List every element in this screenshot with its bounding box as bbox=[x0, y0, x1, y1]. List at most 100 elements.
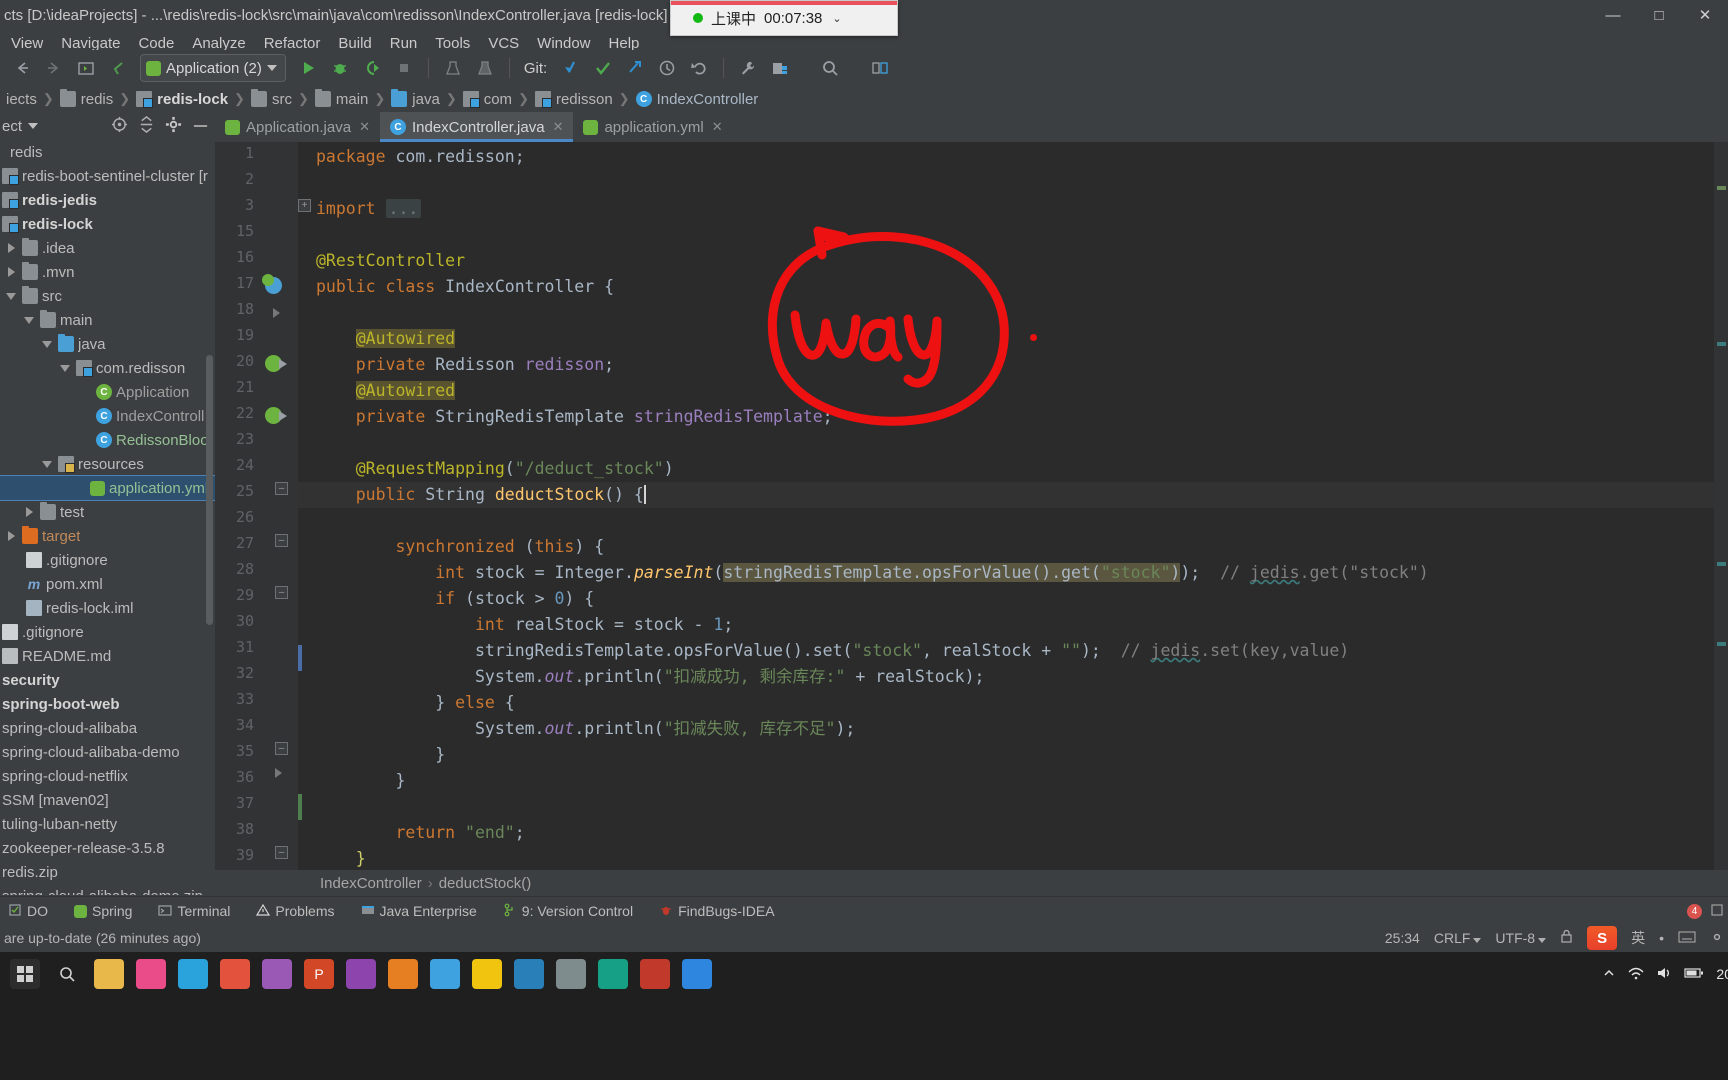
breadcrumb-method[interactable]: deductStock() bbox=[439, 875, 532, 892]
run-with-coverage-button[interactable] bbox=[358, 54, 386, 82]
tree-row-com-redisson[interactable]: com.redisson bbox=[0, 356, 215, 380]
tree-row-test[interactable]: test bbox=[0, 500, 215, 524]
breadcrumb-item-java[interactable]: java bbox=[385, 89, 446, 108]
tree-row-spring-cloud-alibaba-demo-zip[interactable]: spring-cloud-alibaba-demo.zip bbox=[0, 884, 215, 896]
twisty-right-icon[interactable] bbox=[7, 531, 15, 541]
tree-row-ssm[interactable]: SSM [maven02] bbox=[0, 788, 215, 812]
tool-window-java-enterprise[interactable]: Java Enterprise bbox=[357, 901, 481, 922]
firefox-icon[interactable] bbox=[388, 959, 418, 989]
tree-row-spring-cloud-alibaba-demo[interactable]: spring-cloud-alibaba-demo bbox=[0, 740, 215, 764]
collapse-all-icon[interactable] bbox=[138, 115, 155, 137]
tree-row-gitignore-root[interactable]: .gitignore bbox=[0, 620, 215, 644]
tree-row-gitignore-inner[interactable]: .gitignore bbox=[0, 548, 215, 572]
push-icon[interactable] bbox=[621, 54, 649, 82]
powerpoint-icon[interactable]: P bbox=[304, 959, 334, 989]
bean-gutter-icon[interactable] bbox=[265, 407, 287, 425]
profiler-icon[interactable] bbox=[439, 54, 467, 82]
volume-icon[interactable] bbox=[1656, 966, 1672, 983]
tree-row-redis[interactable]: redis bbox=[0, 140, 215, 164]
twisty-right-icon[interactable] bbox=[7, 267, 15, 277]
lock-icon[interactable] bbox=[1560, 929, 1573, 947]
tool-window-todo[interactable]: DO bbox=[4, 901, 52, 922]
chevron-up-icon[interactable] bbox=[1602, 966, 1616, 983]
chrome-icon[interactable] bbox=[220, 959, 250, 989]
bean-gutter-icon[interactable] bbox=[265, 355, 287, 373]
tree-row-main[interactable]: main bbox=[0, 308, 215, 332]
caret-position[interactable]: 25:34 bbox=[1385, 930, 1420, 946]
ime-brand-icon[interactable]: S bbox=[1587, 926, 1618, 950]
forward-button[interactable] bbox=[40, 54, 68, 82]
tree-row-redis-zip[interactable]: redis.zip bbox=[0, 860, 215, 884]
tree-row-redis-lock[interactable]: redis-lock bbox=[0, 212, 215, 236]
wechat-icon[interactable] bbox=[430, 959, 460, 989]
pycharm-icon[interactable] bbox=[178, 959, 208, 989]
tool-window-findbugs[interactable]: FindBugs-IDEA bbox=[655, 901, 778, 922]
tree-row-redis-lock-iml[interactable]: redis-lock.iml bbox=[0, 596, 215, 620]
maximize-button[interactable]: □ bbox=[1636, 0, 1682, 30]
stop-button[interactable] bbox=[390, 54, 418, 82]
fold-region-tri-icon[interactable] bbox=[275, 768, 293, 786]
tree-row-spring-cloud-alibaba[interactable]: spring-cloud-alibaba bbox=[0, 716, 215, 740]
tree-row-tuling-luban-netty[interactable]: tuling-luban-netty bbox=[0, 812, 215, 836]
chevron-down-icon[interactable] bbox=[28, 123, 39, 129]
tab-indexcontroller-java[interactable]: C IndexController.java ✕ bbox=[379, 112, 574, 142]
notes-icon[interactable] bbox=[556, 959, 586, 989]
tree-row-readme[interactable]: README.md bbox=[0, 644, 215, 668]
fold-method-end-icon[interactable]: – bbox=[275, 846, 293, 864]
ime-settings-icon[interactable] bbox=[1710, 930, 1724, 947]
back-button[interactable] bbox=[8, 54, 36, 82]
tool-window-version-control[interactable]: 9: Version Control bbox=[499, 901, 637, 922]
stack-icon[interactable] bbox=[514, 959, 544, 989]
fold-block-icon[interactable]: – bbox=[275, 586, 293, 604]
pen-icon[interactable] bbox=[640, 959, 670, 989]
run-button[interactable] bbox=[294, 54, 322, 82]
app8-icon[interactable] bbox=[346, 959, 376, 989]
edge-icon[interactable] bbox=[682, 959, 712, 989]
tab-application-yml[interactable]: application.yml ✕ bbox=[573, 112, 732, 142]
tree-row-spring-boot-web[interactable]: spring-boot-web bbox=[0, 692, 215, 716]
close-icon[interactable]: ✕ bbox=[712, 119, 723, 135]
fold-region-icon[interactable] bbox=[273, 308, 291, 326]
breadcrumb-item-com[interactable]: com bbox=[457, 91, 518, 108]
editor-text-area[interactable]: package com.redisson; import ... @RestCo… bbox=[298, 142, 1728, 870]
ime-dot-icon[interactable]: • bbox=[1659, 930, 1664, 946]
breadcrumb-item-indexcontroller[interactable]: C IndexController bbox=[630, 91, 765, 108]
tree-row-security[interactable]: security bbox=[0, 668, 215, 692]
project-tree-scrollbar[interactable] bbox=[206, 355, 213, 625]
close-icon[interactable]: ✕ bbox=[359, 119, 370, 135]
taskbar-clock[interactable]: 20 bbox=[1716, 966, 1728, 982]
twisty-right-icon[interactable] bbox=[7, 243, 15, 253]
rollback-icon[interactable] bbox=[685, 54, 713, 82]
tool-window-spring[interactable]: Spring bbox=[70, 901, 136, 921]
tree-row-resources[interactable]: resources bbox=[0, 452, 215, 476]
sync-icon[interactable] bbox=[104, 54, 132, 82]
twisty-down-icon[interactable] bbox=[42, 340, 52, 348]
code-editor[interactable]: 1 2 3 15 16 17 18 19 20 21 22 23 24 25 2… bbox=[215, 142, 1728, 870]
editor-marker-gutter[interactable] bbox=[1714, 142, 1728, 870]
tree-row-redissonbloom[interactable]: C RedissonBloo bbox=[0, 428, 215, 452]
tree-row-redis-boot-sentinel-cluster[interactable]: redis-boot-sentinel-cluster [r bbox=[0, 164, 215, 188]
breadcrumb-class[interactable]: IndexController bbox=[320, 875, 422, 892]
editor-gutter[interactable]: 1 2 3 15 16 17 18 19 20 21 22 23 24 25 2… bbox=[215, 142, 311, 870]
tree-row-mvn[interactable]: .mvn bbox=[0, 260, 215, 284]
tree-row-java[interactable]: java bbox=[0, 332, 215, 356]
history-icon[interactable] bbox=[653, 54, 681, 82]
idea-icon[interactable] bbox=[136, 959, 166, 989]
qq-icon[interactable] bbox=[598, 959, 628, 989]
tree-row-src[interactable]: src bbox=[0, 284, 215, 308]
breadcrumb-item-projects[interactable]: iects bbox=[0, 91, 43, 108]
breadcrumb-item-main[interactable]: main bbox=[309, 89, 375, 108]
twisty-down-icon[interactable] bbox=[6, 292, 16, 300]
search-everywhere-icon[interactable] bbox=[816, 54, 844, 82]
chevron-down-icon[interactable] bbox=[266, 65, 277, 71]
project-panel-title[interactable]: ect bbox=[0, 118, 22, 135]
close-button[interactable]: ✕ bbox=[1682, 0, 1728, 30]
open-in-terminal-icon[interactable] bbox=[72, 54, 100, 82]
profiler2-icon[interactable] bbox=[471, 54, 499, 82]
run-class-gutter-icon[interactable] bbox=[262, 274, 283, 295]
file-encoding[interactable]: UTF-8 bbox=[1495, 930, 1547, 946]
twisty-down-icon[interactable] bbox=[42, 460, 52, 468]
tool-window-terminal[interactable]: Terminal bbox=[154, 901, 234, 922]
breadcrumb-item-redis[interactable]: redis bbox=[54, 89, 120, 108]
debug-button[interactable] bbox=[326, 54, 354, 82]
